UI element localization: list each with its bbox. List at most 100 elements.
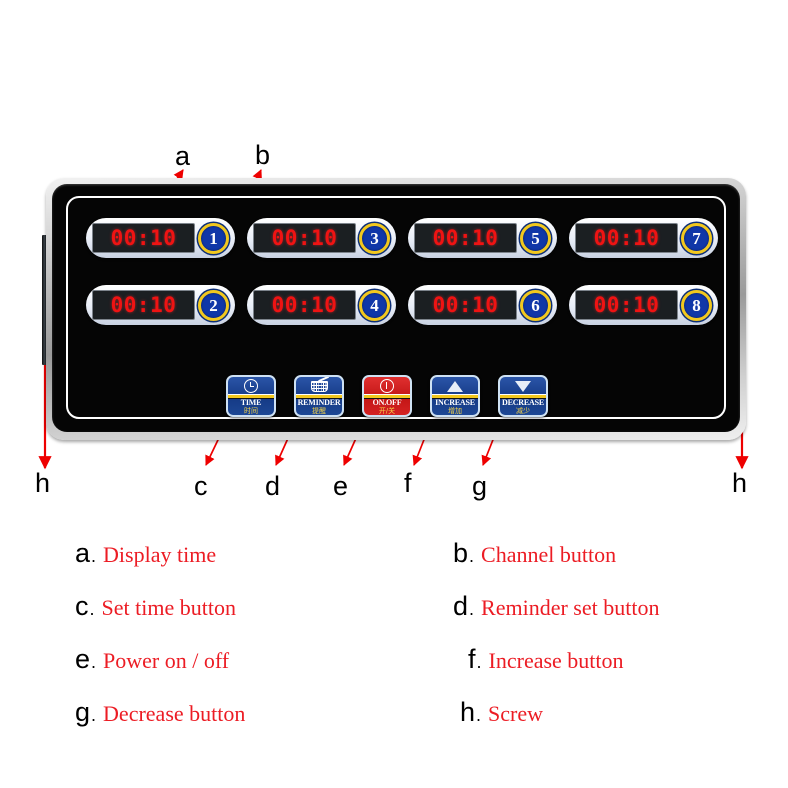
channel-module[interactable]: 00:10 4 (247, 285, 396, 325)
channel-button[interactable]: 3 (359, 222, 390, 254)
callout-letter-h-left: h (35, 468, 51, 498)
legend-item-f: f . Increase button (380, 646, 788, 673)
button-labels: DECREASE 减少 (500, 399, 546, 415)
legend-key: f (468, 644, 476, 674)
power-icon (364, 377, 410, 394)
channel-module[interactable]: 00:10 3 (247, 218, 396, 258)
channel-number: 1 (209, 228, 218, 248)
basket-icon (296, 377, 342, 394)
channel-module[interactable]: 00:10 2 (86, 285, 235, 325)
button-label-cn: 提醒 (312, 407, 326, 415)
display-time: 00:10 (110, 292, 177, 317)
button-label-cn: 时间 (244, 407, 258, 415)
timer-device: 00:10 1 00:10 3 00:10 5 00:10 7 00:10 2 … (46, 178, 746, 440)
legend-key: a (75, 538, 91, 568)
legend-separator: . (91, 546, 97, 566)
triangle-up-icon (432, 377, 478, 394)
button-labels: INCREASE 增加 (432, 399, 478, 415)
legend: a . Display time b . Channel button c . … (0, 540, 788, 752)
legend-text: Reminder set button (481, 595, 660, 620)
lcd-display: 00:10 (575, 290, 678, 320)
display-time: 00:10 (271, 225, 338, 250)
callout-letter-h-right: h (732, 468, 748, 498)
channel-number: 5 (531, 228, 540, 248)
channel-module[interactable]: 00:10 1 (86, 218, 235, 258)
legend-key: d (453, 591, 469, 621)
legend-separator: . (89, 599, 95, 619)
legend-item-a: a . Display time (0, 540, 380, 567)
display-time: 00:10 (271, 292, 338, 317)
channel-module[interactable]: 00:10 5 (408, 218, 557, 258)
button-label-cn: 减少 (516, 407, 530, 415)
channel-number: 7 (692, 228, 701, 248)
lcd-display: 00:10 (575, 223, 678, 253)
legend-text: Display time (103, 542, 217, 567)
channel-module[interactable]: 00:10 6 (408, 285, 557, 325)
legend-text: Power on / off (103, 648, 230, 673)
channel-button[interactable]: 6 (520, 289, 551, 321)
callout-letter-e: e (333, 471, 349, 501)
legend-key: e (75, 644, 91, 674)
button-labels: TIME 时间 (228, 399, 274, 415)
lcd-display: 00:10 (253, 223, 356, 253)
callout-letter-a: a (175, 141, 191, 171)
display-time: 00:10 (593, 292, 660, 317)
legend-item-g: g . Decrease button (0, 699, 380, 726)
legend-separator: . (469, 546, 475, 566)
channel-button[interactable]: 7 (681, 222, 712, 254)
legend-row: c . Set time button d . Reminder set but… (0, 593, 788, 646)
legend-row: e . Power on / off f . Increase button (0, 646, 788, 699)
legend-text: Decrease button (103, 701, 246, 726)
channel-number: 2 (209, 295, 218, 315)
lcd-display: 00:10 (253, 290, 356, 320)
lcd-display: 00:10 (414, 223, 517, 253)
decrease-button[interactable]: DECREASE 减少 (498, 375, 548, 417)
channel-module[interactable]: 00:10 7 (569, 218, 718, 258)
clock-icon (228, 377, 274, 394)
power-on-off-button[interactable]: ON.OFF 开/关 (362, 375, 412, 417)
device-outer-frame: 00:10 1 00:10 3 00:10 5 00:10 7 00:10 2 … (46, 178, 746, 440)
triangle-down-icon (500, 377, 546, 394)
legend-text: Channel button (481, 542, 617, 567)
channel-button[interactable]: 2 (198, 289, 229, 321)
lcd-display: 00:10 (414, 290, 517, 320)
button-label-en: REMINDER (297, 398, 341, 407)
channel-module[interactable]: 00:10 8 (569, 285, 718, 325)
channel-button[interactable]: 5 (520, 222, 551, 254)
legend-separator: . (91, 652, 97, 672)
callout-letter-g: g (472, 471, 488, 501)
channel-button[interactable]: 4 (359, 289, 390, 321)
legend-row: a . Display time b . Channel button (0, 540, 788, 593)
legend-item-b: b . Channel button (380, 540, 788, 567)
callout-letter-d: d (265, 471, 281, 501)
legend-item-d: d . Reminder set button (380, 593, 788, 620)
legend-key: c (75, 591, 89, 621)
channel-button[interactable]: 1 (198, 222, 229, 254)
display-time: 00:10 (593, 225, 660, 250)
display-time: 00:10 (110, 225, 177, 250)
button-labels: REMINDER 提醒 (296, 399, 342, 415)
legend-separator: . (469, 599, 475, 619)
lcd-display: 00:10 (92, 290, 195, 320)
increase-button[interactable]: INCREASE 增加 (430, 375, 480, 417)
control-button-row: TIME 时间 REMINDER 提醒 ON.OFF 开/关 INCREASE … (226, 375, 548, 417)
legend-text: Increase button (488, 648, 624, 673)
button-label-en: DECREASE (502, 398, 544, 407)
legend-separator: . (476, 652, 482, 672)
legend-key: h (460, 697, 476, 727)
reminder-set-button[interactable]: REMINDER 提醒 (294, 375, 344, 417)
channel-display-grid: 00:10 1 00:10 3 00:10 5 00:10 7 00:10 2 … (86, 218, 718, 325)
button-labels: ON.OFF 开/关 (364, 399, 410, 415)
channel-number: 6 (531, 295, 540, 315)
channel-button[interactable]: 8 (681, 289, 712, 321)
legend-text: Set time button (101, 595, 236, 620)
legend-item-h: h . Screw (380, 699, 788, 726)
callout-letter-c: c (194, 471, 208, 501)
legend-item-c: c . Set time button (0, 593, 380, 620)
button-label-en: TIME (240, 398, 262, 407)
legend-text: Screw (488, 701, 544, 726)
callout-letter-b: b (255, 140, 271, 170)
button-label-en: INCREASE (435, 398, 475, 407)
set-time-button[interactable]: TIME 时间 (226, 375, 276, 417)
button-label-en: ON.OFF (372, 398, 402, 407)
